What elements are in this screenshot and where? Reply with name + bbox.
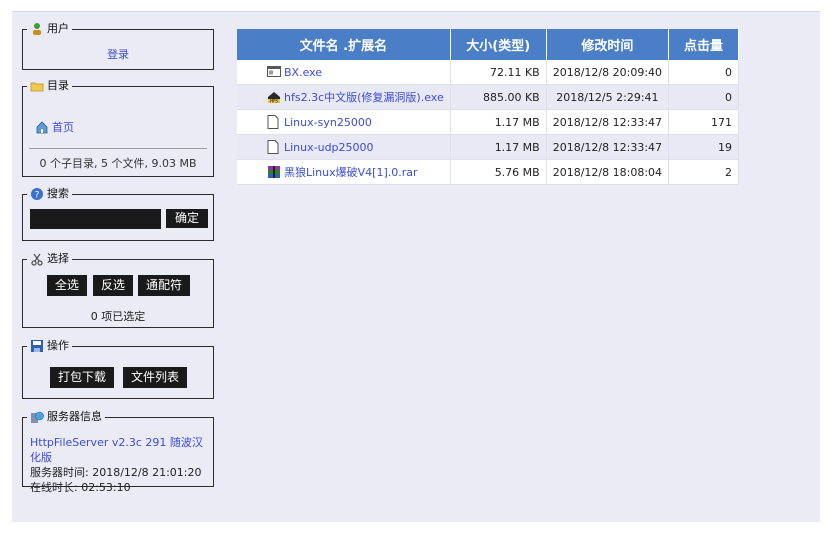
file-link[interactable]: 黑狼Linux爆破V4[1].0.rar xyxy=(284,164,418,180)
file-size: 1.17 MB xyxy=(450,109,547,135)
file-link[interactable]: Linux-syn25000 xyxy=(284,116,372,129)
file-table-header: 文件名 .扩展名 大小(类型) 修改时间 点击量 xyxy=(237,29,740,60)
file-icon xyxy=(267,115,281,129)
select-panel-legend: 选择 xyxy=(27,251,72,267)
file-hits: 171 xyxy=(668,109,740,135)
select-all-button[interactable]: 全选 xyxy=(47,275,88,296)
file-list-button[interactable]: 文件列表 xyxy=(123,367,188,388)
select-panel: 选择 全选 反选 通配符 0 项已选定 xyxy=(22,251,214,328)
hfs-icon: HFS xyxy=(267,90,281,104)
folder-panel-title: 目录 xyxy=(47,79,69,92)
folder-icon xyxy=(30,79,44,93)
file-hits: 2 xyxy=(668,159,740,185)
file-size: 5.76 MB xyxy=(450,159,547,185)
home-link[interactable]: 首页 xyxy=(52,119,74,135)
file-size: 885.00 KB xyxy=(450,84,547,110)
actions-panel-legend: 操作 xyxy=(27,338,72,354)
page-background: 用户 登录 目录 首页 0 个子目录, 5 个文件, 9.03 MB ? 搜索 xyxy=(12,11,820,522)
user-panel-legend: 用户 xyxy=(27,21,72,37)
file-link[interactable]: Linux-udp25000 xyxy=(284,141,374,154)
server-globe-icon xyxy=(30,410,44,424)
rar-archive-icon xyxy=(267,165,281,179)
folder-divider xyxy=(29,148,207,149)
scissors-icon xyxy=(30,252,44,266)
table-row: 黑狼Linux爆破V4[1].0.rar 5.76 MB 2018/12/8 1… xyxy=(237,159,740,185)
invert-selection-button[interactable]: 反选 xyxy=(93,275,134,296)
table-row: Linux-syn25000 1.17 MB 2018/12/8 12:33:4… xyxy=(237,109,740,135)
search-panel: ? 搜索 确定 xyxy=(22,186,214,241)
file-link[interactable]: BX.exe xyxy=(284,66,322,79)
header-size[interactable]: 大小(类型) xyxy=(450,29,547,60)
search-input[interactable] xyxy=(30,209,161,229)
selected-count: 0 项已选定 xyxy=(90,310,146,323)
actions-panel: 操作 打包下载 文件列表 xyxy=(22,338,214,399)
folder-panel: 目录 首页 0 个子目录, 5 个文件, 9.03 MB xyxy=(22,78,214,177)
file-date: 2018/12/8 18:08:04 xyxy=(546,159,670,185)
server-time: 服务器时间: 2018/12/8 21:01:20 xyxy=(30,466,202,479)
user-panel-title: 用户 xyxy=(47,22,69,35)
folder-summary: 0 个子目录, 5 个文件, 9.03 MB xyxy=(39,157,197,170)
server-info-legend: 服务器信息 xyxy=(27,409,105,425)
svg-text:HFS: HFS xyxy=(270,99,278,104)
server-uptime: 在线时长: 02:53:10 xyxy=(30,481,131,494)
folder-panel-legend: 目录 xyxy=(27,78,72,94)
actions-panel-title: 操作 xyxy=(47,339,69,352)
table-row: Linux-udp25000 1.17 MB 2018/12/8 12:33:4… xyxy=(237,134,740,160)
file-icon xyxy=(267,140,281,154)
file-hits: 0 xyxy=(668,60,740,85)
user-panel: 用户 登录 xyxy=(22,21,214,70)
server-info-panel: 服务器信息 HttpFileServer v2.3c 291 随波汉化版 服务器… xyxy=(22,409,214,494)
file-date: 2018/12/8 12:33:47 xyxy=(546,134,670,160)
svg-text:?: ? xyxy=(35,191,40,201)
search-help-icon: ? xyxy=(30,187,44,201)
file-link[interactable]: hfs2.3c中文版(修复漏洞版).exe xyxy=(284,89,444,105)
archive-download-button[interactable]: 打包下载 xyxy=(50,367,115,388)
header-hits[interactable]: 点击量 xyxy=(668,29,740,60)
exe-window-icon xyxy=(267,65,281,79)
file-table: 文件名 .扩展名 大小(类型) 修改时间 点击量 BX.exe 72.11 KB… xyxy=(237,29,740,185)
search-panel-title: 搜索 xyxy=(47,187,69,200)
home-icon xyxy=(35,120,49,134)
header-modified[interactable]: 修改时间 xyxy=(546,29,670,60)
file-size: 72.11 KB xyxy=(450,60,547,85)
select-panel-title: 选择 xyxy=(47,252,69,265)
server-version-link[interactable]: HttpFileServer v2.3c 291 随波汉化版 xyxy=(30,436,203,464)
login-link[interactable]: 登录 xyxy=(107,48,129,61)
table-row: HFS hfs2.3c中文版(修复漏洞版).exe 885.00 KB 2018… xyxy=(237,84,740,110)
file-date: 2018/12/5 2:29:41 xyxy=(546,84,670,110)
wildcard-select-button[interactable]: 通配符 xyxy=(138,275,191,296)
file-date: 2018/12/8 20:09:40 xyxy=(546,60,670,85)
server-info-title: 服务器信息 xyxy=(47,410,102,423)
file-size: 1.17 MB xyxy=(450,134,547,160)
table-row: BX.exe 72.11 KB 2018/12/8 20:09:40 0 xyxy=(237,60,740,85)
file-date: 2018/12/8 12:33:47 xyxy=(546,109,670,135)
search-submit-button[interactable]: 确定 xyxy=(166,209,209,228)
header-filename[interactable]: 文件名 .扩展名 xyxy=(237,29,451,60)
file-hits: 0 xyxy=(668,84,740,110)
search-panel-legend: ? 搜索 xyxy=(27,186,72,202)
file-hits: 19 xyxy=(668,134,740,160)
floppy-disk-icon xyxy=(30,339,44,353)
user-icon xyxy=(30,22,44,36)
